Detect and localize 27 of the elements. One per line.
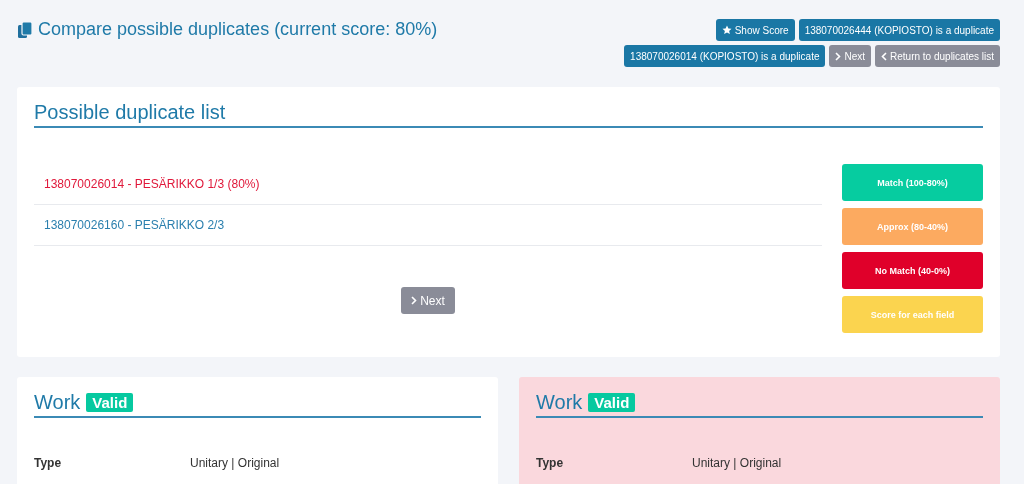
status-badge: Valid [86,393,134,412]
show-score-button[interactable]: Show Score [715,19,795,41]
legend-item: Score for each field [842,296,983,333]
chevron-left-icon [881,51,888,61]
card-title: Work [536,391,583,414]
legend-item: Match (100-80%) [842,164,983,201]
chevron-right-icon [411,296,418,305]
chevron-right-icon [835,51,842,61]
star-icon [721,25,732,35]
card-title: Work [34,391,81,414]
next-button[interactable]: Next [401,287,455,314]
duplicate-link[interactable]: 138070026014 - PESÄRIKKO 1/3 (80%) [34,164,822,205]
field-label: Type [536,456,565,470]
legend-item: Approx (80-40%) [842,208,983,245]
field-label: Type [34,456,63,470]
next-button[interactable]: Next [829,45,872,67]
duplicate-button[interactable]: 138070026014 (KOPIOSTO) is a duplicate [624,45,826,67]
field-value: Unitary | Original [692,456,782,470]
status-badge: Valid [588,393,636,412]
duplicate-link[interactable]: 138070026160 - PESÄRIKKO 2/3 [34,205,822,246]
copy-icon [17,20,33,39]
card-title: Possible duplicate list [34,101,226,124]
return-button[interactable]: Return to duplicates list [875,45,1000,67]
legend-item: No Match (40-0%) [842,252,983,289]
duplicate-button[interactable]: 138070026444 (KOPIOSTO) is a duplicate [798,19,1000,41]
field-value: Unitary | Original [190,456,280,470]
page-title: Compare possible duplicates (current score: 80%) [38,19,438,40]
